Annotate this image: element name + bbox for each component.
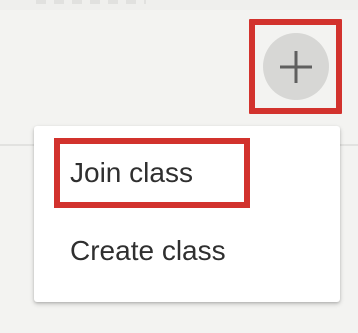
add-button-highlight — [249, 19, 342, 114]
top-bar-decoration — [36, 0, 146, 4]
plus-icon — [280, 50, 312, 83]
top-bar — [0, 0, 358, 10]
create-class-menu-item[interactable]: Create class — [70, 226, 226, 276]
join-class-menu-item[interactable]: Join class — [54, 138, 250, 208]
add-button[interactable] — [263, 33, 329, 100]
join-class-label: Join class — [70, 157, 193, 188]
create-class-label: Create class — [70, 235, 226, 266]
add-menu: Join class Create class — [34, 126, 340, 302]
